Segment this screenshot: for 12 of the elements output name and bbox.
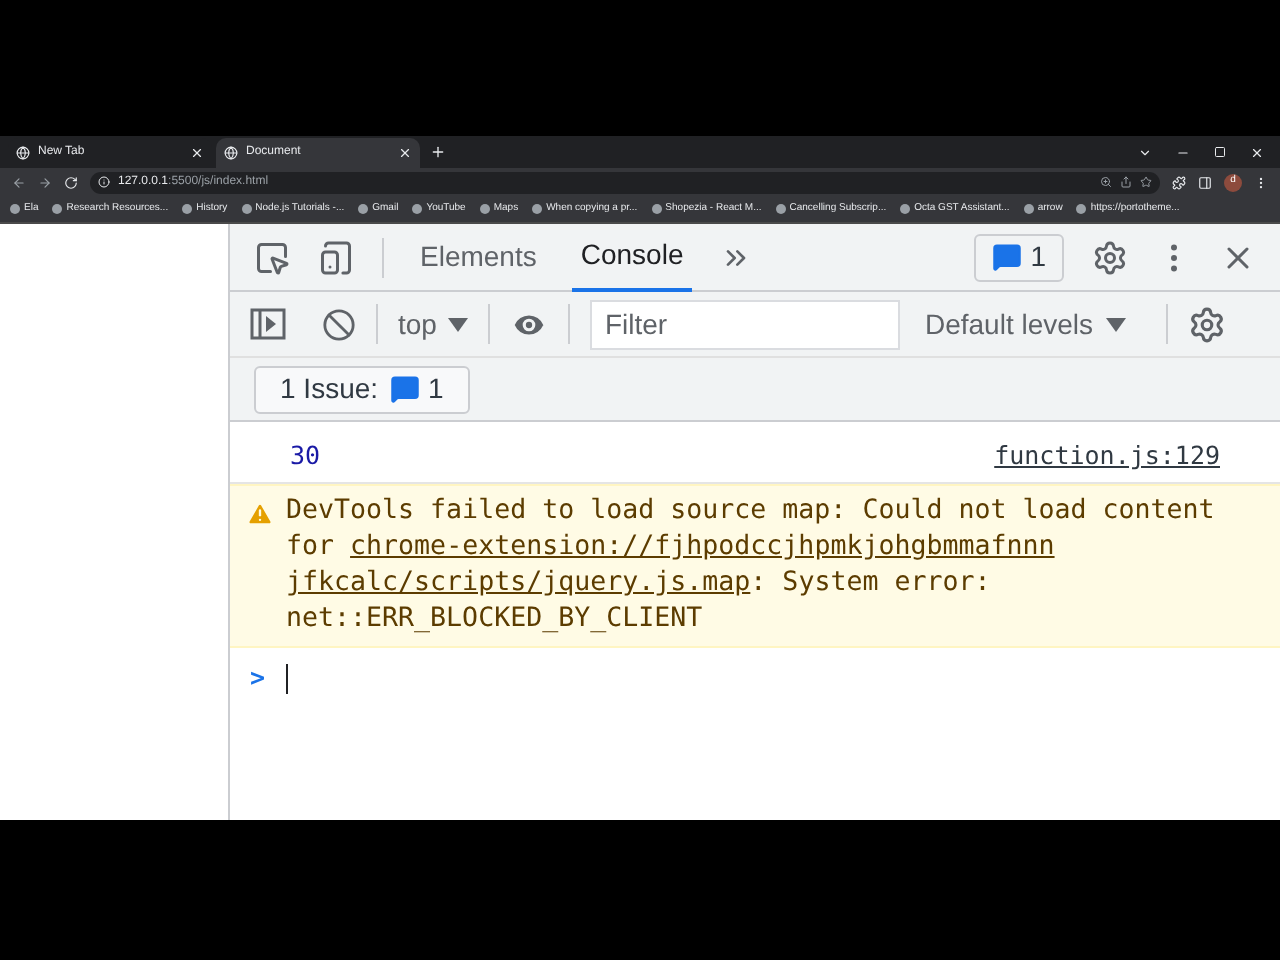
source-link[interactable]: function.js:129 — [994, 438, 1220, 474]
issues-button[interactable]: 1 Issue: 1 — [254, 365, 470, 413]
issues-counter[interactable]: 1 — [974, 233, 1064, 281]
levels-dropdown[interactable]: Default levels — [924, 303, 1126, 345]
panel-tab[interactable]: Elements — [412, 223, 545, 291]
console-value: 30 — [290, 438, 321, 474]
source-map-link[interactable]: chrome-extension://fjhpodccjhpmkjohgbmmafnnn — [350, 532, 1055, 562]
context-dropdown[interactable]: top — [398, 303, 469, 345]
prompt-caret: > — [250, 660, 266, 696]
filter-field[interactable]: Filter — [590, 299, 901, 349]
source-map-link[interactable]: jfkcalc/scripts/jquery.js.map — [286, 568, 751, 598]
warning-message: DevTools failed to load source map: Could not load content for chrome-extension://fjhpodccjhpmkjohgbmmafnnn jfkcalc/scripts/jquery.js.map: System error: net::ERR_BLOCKED_BY_CLIENT — [286, 494, 1217, 638]
